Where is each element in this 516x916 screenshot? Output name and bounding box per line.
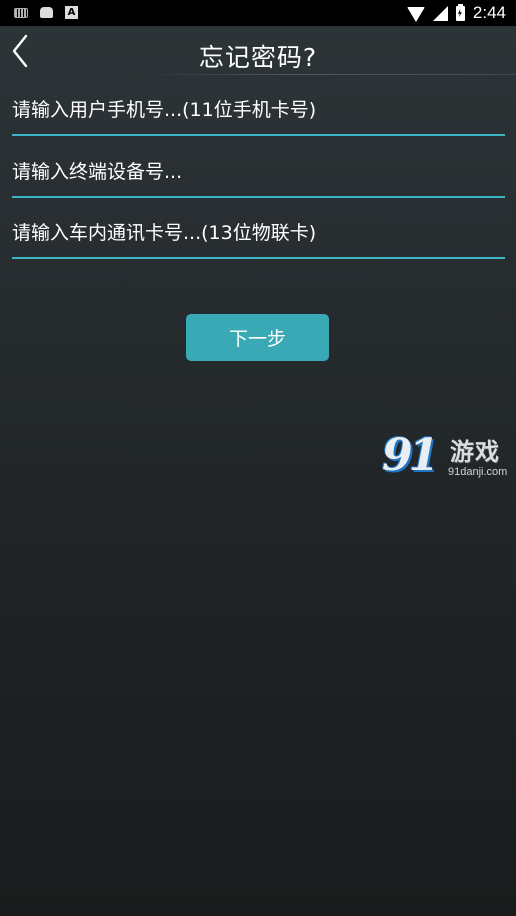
keyboard-icon <box>14 7 28 18</box>
watermark: 91 游戏 91danji.com <box>380 430 514 486</box>
status-time: 2:44 <box>472 3 506 22</box>
wifi-icon <box>406 6 425 22</box>
header-divider <box>140 74 516 75</box>
sim-field <box>12 209 505 259</box>
terminal-field <box>12 148 505 198</box>
status-left-icons: A <box>14 6 78 19</box>
terminal-id-input[interactable] <box>12 148 505 196</box>
next-button[interactable]: 下一步 <box>186 314 329 361</box>
sim-card-input[interactable] <box>12 209 505 257</box>
signal-icon <box>432 6 448 21</box>
watermark-url: 91danji.com <box>448 466 508 478</box>
status-right: 2:44 <box>406 3 506 23</box>
battery-charging-icon <box>455 4 465 21</box>
phone-input[interactable] <box>12 86 505 134</box>
watermark-logo: 91 <box>382 430 439 481</box>
font-a-icon: A <box>65 6 78 19</box>
page-title: 忘记密码? <box>198 43 318 72</box>
phone-field <box>12 86 505 136</box>
status-bar: A 2:44 <box>0 0 516 26</box>
android-icon <box>40 7 53 18</box>
header: 忘记密码? <box>0 26 516 76</box>
watermark-name: 游戏 <box>450 438 500 466</box>
